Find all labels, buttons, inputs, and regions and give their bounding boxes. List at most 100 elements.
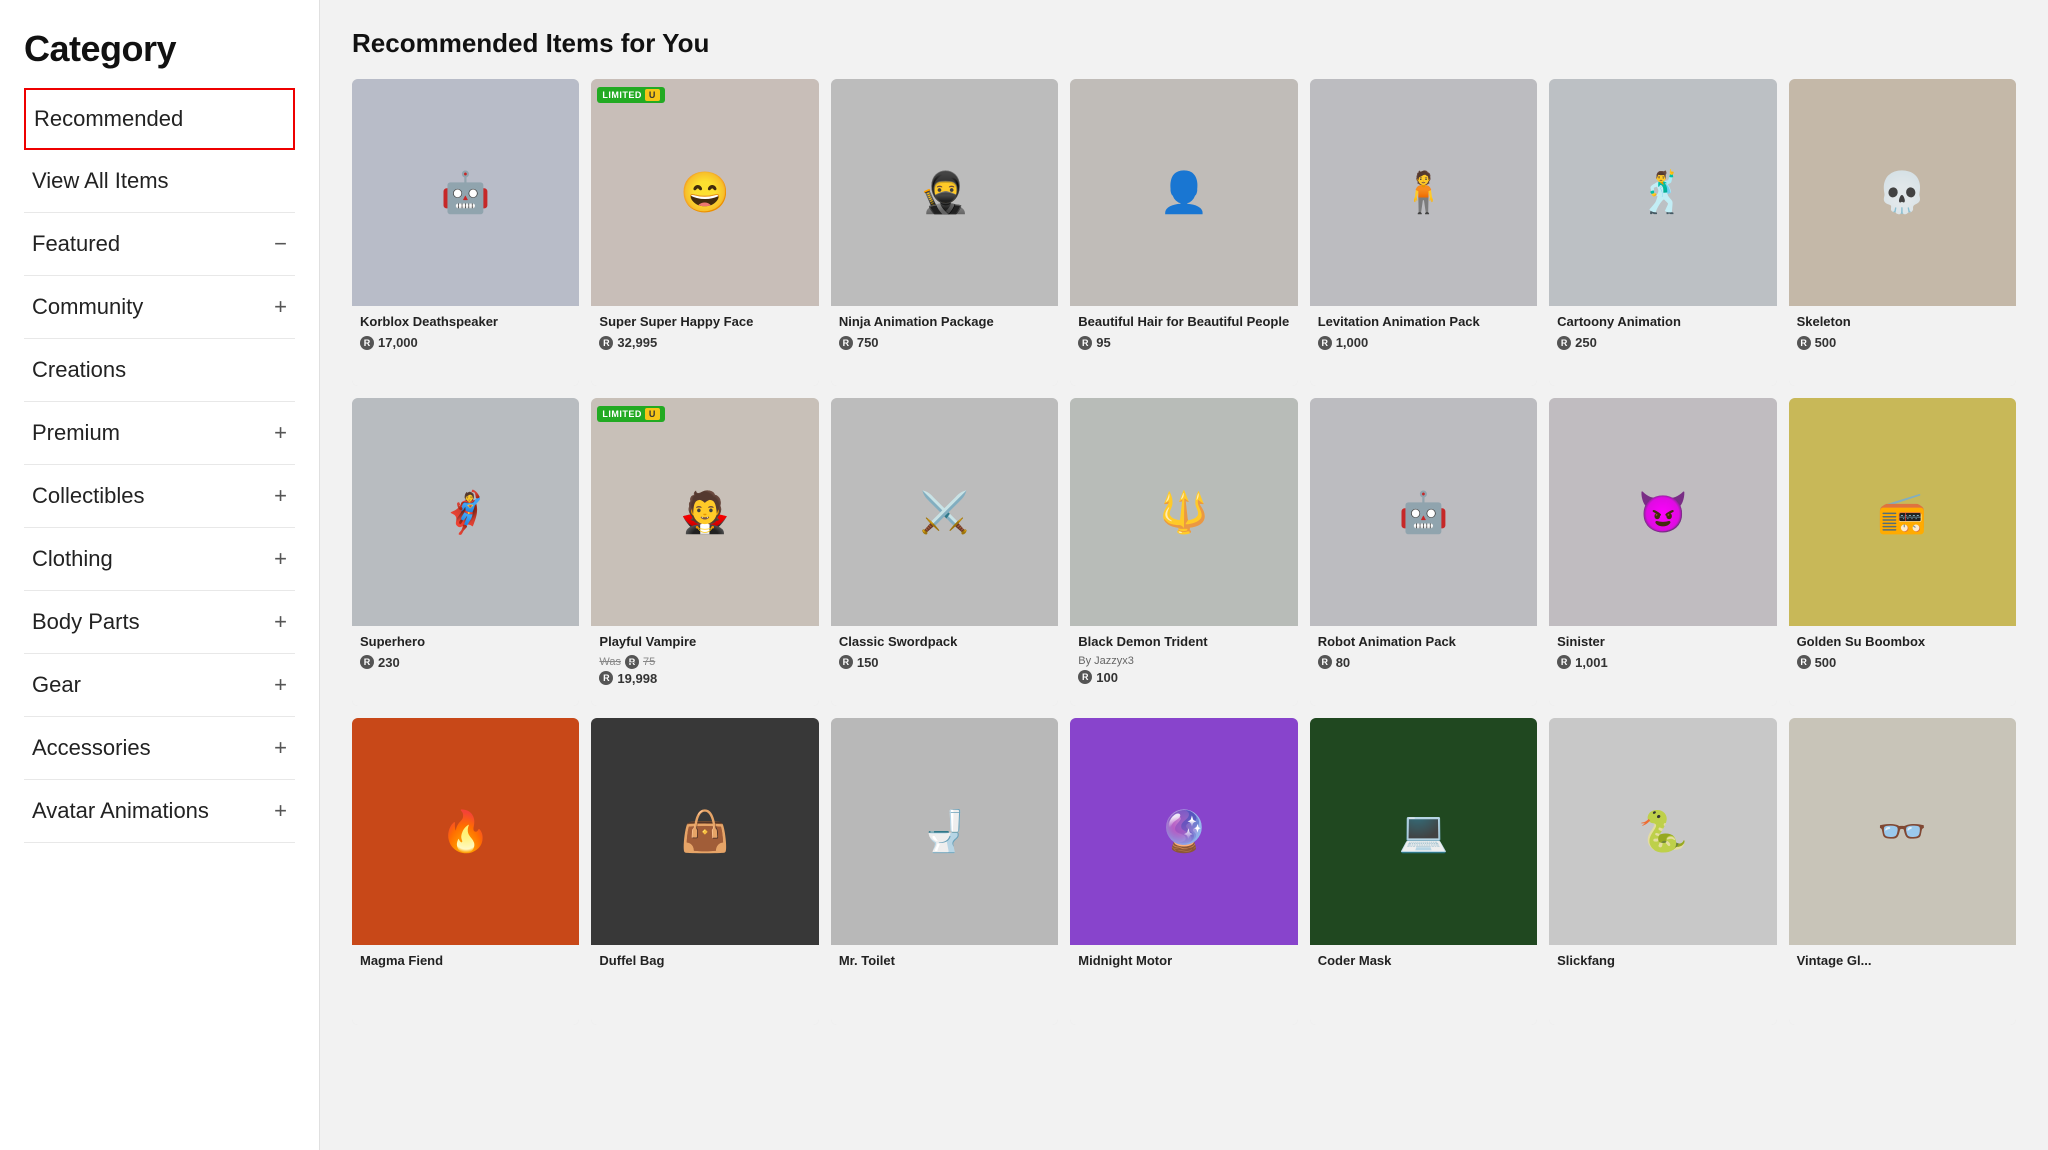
item-thumbnail: 👤: [1070, 79, 1297, 306]
price-value: 95: [1096, 335, 1110, 350]
sidebar-item-body-parts[interactable]: Body Parts+: [24, 591, 295, 654]
price-value: 250: [1575, 335, 1597, 350]
item-card[interactable]: 🤖Robot Animation PackR80: [1310, 398, 1537, 705]
item-card[interactable]: 👓 Vintage Gl...: [1789, 718, 2016, 1025]
item-price: R 150: [839, 655, 1050, 670]
sidebar-item-community[interactable]: Community+: [24, 276, 295, 339]
robux-icon: R: [839, 655, 853, 669]
item-card[interactable]: 🐍Slickfang: [1549, 718, 1776, 1025]
sidebar-item-label: Accessories: [32, 735, 151, 761]
item-card[interactable]: 🥷Ninja Animation PackageR750: [831, 79, 1058, 386]
item-card[interactable]: 😈SinisterR1,001: [1549, 398, 1776, 705]
item-thumbnail: 🦸: [352, 398, 579, 625]
item-card[interactable]: 🔥 Magma Fiend: [352, 718, 579, 1025]
item-card[interactable]: 🧛LIMITEDUPlayful VampireWas R75R19,998: [591, 398, 818, 705]
robux-icon: R: [1557, 336, 1571, 350]
item-info: Beautiful Hair for Beautiful PeopleR95: [1070, 306, 1297, 386]
item-info: Cartoony Animation R 250: [1549, 306, 1776, 386]
sidebar-item-collectibles[interactable]: Collectibles+: [24, 465, 295, 528]
item-info: SinisterR1,001: [1549, 626, 1776, 706]
item-name: Levitation Animation Pack: [1318, 314, 1529, 331]
item-thumbnail: 😈: [1549, 398, 1776, 625]
item-info: Mr. Toilet: [831, 945, 1058, 1025]
item-card[interactable]: 📻Golden Su BoomboxR500: [1789, 398, 2016, 705]
sidebar-item-recommended[interactable]: Recommended: [24, 88, 295, 150]
sidebar-items-list: Recommended View All Items Featured−Commun…: [24, 88, 295, 843]
sidebar-item-label: Creations: [32, 357, 126, 383]
item-name: Vintage Gl...: [1797, 953, 2008, 970]
item-info: Midnight Motor: [1070, 945, 1297, 1025]
item-name: Golden Su Boombox: [1797, 634, 2008, 651]
item-emoji: 🐍: [1549, 718, 1776, 945]
sidebar-item-label: Avatar Animations: [32, 798, 209, 824]
item-name: Mr. Toilet: [839, 953, 1050, 970]
item-card[interactable]: 🤖 Korblox Deathspeaker R 17,000: [352, 79, 579, 386]
item-emoji: 😈: [1549, 398, 1776, 625]
item-price: R 17,000: [360, 335, 571, 350]
item-price: R230: [360, 655, 571, 670]
item-info: Slickfang: [1549, 945, 1776, 1025]
price-value: 19,998: [617, 671, 657, 686]
price-value: 17,000: [378, 335, 418, 350]
item-card[interactable]: 💻Coder Mask: [1310, 718, 1537, 1025]
item-info: Vintage Gl...: [1789, 945, 2016, 1025]
sidebar-item-label: Collectibles: [32, 483, 145, 509]
item-card[interactable]: 🕺Cartoony AnimationR250: [1549, 79, 1776, 386]
sidebar-item-clothing[interactable]: Clothing+: [24, 528, 295, 591]
item-card[interactable]: ⚔️ Classic Swordpack R 150: [831, 398, 1058, 705]
item-emoji: 👓: [1789, 718, 2016, 945]
item-card[interactable]: 🦸SuperheroR230: [352, 398, 579, 705]
item-name: Midnight Motor: [1078, 953, 1289, 970]
sidebar-item-featured[interactable]: Featured−: [24, 213, 295, 276]
sidebar-item-premium[interactable]: Premium+: [24, 402, 295, 465]
plus-icon: +: [274, 546, 287, 572]
item-thumbnail: 💀: [1789, 79, 2016, 306]
sidebar-item-creations[interactable]: Creations: [24, 339, 295, 402]
item-card[interactable]: 🔮Midnight Motor: [1070, 718, 1297, 1025]
item-thumbnail: 🧍: [1310, 79, 1537, 306]
limited-badge: LIMITEDU: [597, 87, 665, 103]
item-card[interactable]: 😄LIMITEDUSuper Super Happy FaceR32,995: [591, 79, 818, 386]
item-thumbnail: 🔱: [1070, 398, 1297, 625]
plus-icon: +: [274, 294, 287, 320]
item-emoji: 📻: [1789, 398, 2016, 625]
item-emoji: ⚔️: [831, 398, 1058, 625]
item-price: R19,998: [599, 671, 810, 686]
item-info: Golden Su BoomboxR500: [1789, 626, 2016, 706]
robux-icon: R: [360, 336, 374, 350]
item-card[interactable]: 👤Beautiful Hair for Beautiful PeopleR95: [1070, 79, 1297, 386]
item-name: Playful Vampire: [599, 634, 810, 651]
sidebar-item-gear[interactable]: Gear+: [24, 654, 295, 717]
item-card[interactable]: 🚽 Mr. Toilet: [831, 718, 1058, 1025]
item-name: Cartoony Animation: [1557, 314, 1768, 331]
item-price: R750: [839, 335, 1050, 350]
sidebar-item-label: View All Items: [32, 168, 169, 194]
item-emoji: 🦸: [352, 398, 579, 625]
robux-icon: R: [625, 655, 639, 669]
sidebar-item-view-all-items[interactable]: View All Items: [24, 150, 295, 213]
plus-icon: +: [274, 798, 287, 824]
item-name: Robot Animation Pack: [1318, 634, 1529, 651]
unique-badge: U: [645, 408, 660, 420]
item-card[interactable]: 🧍Levitation Animation PackR1,000: [1310, 79, 1537, 386]
price-value: 500: [1815, 335, 1837, 350]
item-card[interactable]: 💀SkeletonR500: [1789, 79, 2016, 386]
item-emoji: 🚽: [831, 718, 1058, 945]
price-value: 150: [857, 655, 879, 670]
item-info: Classic Swordpack R 150: [831, 626, 1058, 706]
item-card[interactable]: 👜Duffel Bag: [591, 718, 818, 1025]
item-name: Magma Fiend: [360, 953, 571, 970]
item-name: Classic Swordpack: [839, 634, 1050, 651]
item-thumbnail: 💻: [1310, 718, 1537, 945]
item-thumbnail: 😄LIMITEDU: [591, 79, 818, 306]
sidebar-item-accessories[interactable]: Accessories+: [24, 717, 295, 780]
item-thumbnail: ⚔️: [831, 398, 1058, 625]
item-emoji: 🔥: [352, 718, 579, 945]
item-emoji: 🥷: [831, 79, 1058, 306]
sidebar-item-avatar-animations[interactable]: Avatar Animations +: [24, 780, 295, 843]
item-thumbnail: 🤖: [352, 79, 579, 306]
item-card[interactable]: 🔱Black Demon TridentBy Jazzyx3R100: [1070, 398, 1297, 705]
item-thumbnail: 🐍: [1549, 718, 1776, 945]
item-name: Korblox Deathspeaker: [360, 314, 571, 331]
plus-icon: +: [274, 672, 287, 698]
